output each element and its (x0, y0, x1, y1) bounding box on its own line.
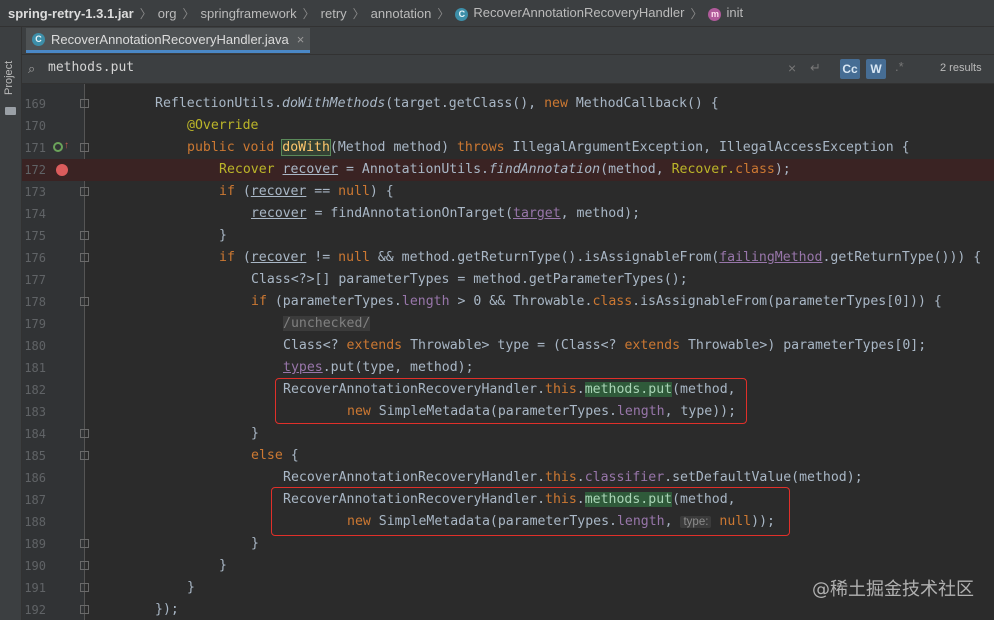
fold-marker-icon[interactable] (80, 583, 89, 592)
code-editor[interactable]: 169 ReflectionUtils.doWithMethods(target… (22, 84, 994, 620)
line-number: 176 (22, 247, 46, 269)
fold-marker-icon[interactable] (80, 451, 89, 460)
code-line: RecoverAnnotationRecoveryHandler.this.cl… (283, 467, 863, 489)
code-line: }); (155, 599, 179, 620)
fold-marker-icon[interactable] (80, 143, 89, 152)
line-number: 183 (22, 401, 46, 423)
code-line: } (251, 423, 259, 445)
breadcrumb-jar[interactable]: spring-retry-1.3.1.jar (8, 6, 134, 21)
line-number: 171 (22, 137, 46, 159)
words-toggle[interactable]: W (866, 59, 886, 79)
fold-marker-icon[interactable] (80, 99, 89, 108)
breadcrumb-item-org[interactable]: org (158, 6, 177, 21)
line-number: 182 (22, 379, 46, 401)
line-number: 190 (22, 555, 46, 577)
search-icon[interactable]: ⌕ (28, 61, 35, 77)
code-line: } (251, 533, 259, 555)
line-number: 177 (22, 269, 46, 291)
line-number: 181 (22, 357, 46, 379)
line-number: 170 (22, 115, 46, 137)
breadcrumb-method[interactable]: minit (708, 5, 743, 21)
code-line: if (recover == null) { (219, 181, 394, 203)
line-number: 180 (22, 335, 46, 357)
breadcrumb-item-springframework[interactable]: springframework (201, 6, 297, 21)
project-tool-button[interactable]: Project (3, 61, 15, 95)
class-icon: C (455, 8, 468, 21)
line-number: 191 (22, 577, 46, 599)
fold-marker-icon[interactable] (80, 561, 89, 570)
override-icon[interactable] (53, 142, 63, 152)
editor-tab-label: RecoverAnnotationRecoveryHandler.java (51, 32, 289, 47)
breadcrumb-class-label: RecoverAnnotationRecoveryHandler (473, 5, 684, 20)
line-number: 187 (22, 489, 46, 511)
new-line-icon[interactable]: ↵ (810, 60, 821, 76)
code-line: @Override (187, 115, 258, 137)
line-number: 188 (22, 511, 46, 533)
line-number: 169 (22, 93, 46, 115)
chevron-right-icon: 〉 (437, 5, 449, 22)
breadcrumb-item-retry[interactable]: retry (321, 6, 347, 21)
code-line: ReflectionUtils.doWithMethods(target.get… (155, 93, 719, 115)
line-number: 173 (22, 181, 46, 203)
line-number: 175 (22, 225, 46, 247)
watermark: @稀土掘金技术社区 (812, 575, 974, 601)
close-icon[interactable]: × (297, 32, 305, 47)
editor-tab[interactable]: C RecoverAnnotationRecoveryHandler.java … (26, 28, 310, 53)
chevron-right-icon: 〉 (303, 5, 315, 22)
match-case-toggle[interactable]: Cc (840, 59, 860, 79)
fold-marker-icon[interactable] (80, 231, 89, 240)
code-line: } (187, 577, 195, 599)
chevron-right-icon: 〉 (353, 5, 365, 22)
editor-tabs: C RecoverAnnotationRecoveryHandler.java … (22, 27, 994, 55)
code-line: Class<?>[] parameterTypes = method.getPa… (251, 269, 688, 291)
line-number: 184 (22, 423, 46, 445)
code-line: recover = findAnnotationOnTarget(target,… (251, 203, 640, 225)
line-number: 178 (22, 291, 46, 313)
line-number: 179 (22, 313, 46, 335)
fold-marker-icon[interactable] (80, 605, 89, 614)
chevron-right-icon: 〉 (183, 5, 195, 22)
line-number: 189 (22, 533, 46, 555)
tool-window-stripe: Project (0, 27, 22, 620)
line-number: 186 (22, 467, 46, 489)
code-line: if (recover != null && method.getReturnT… (219, 247, 981, 269)
code-line: } (219, 555, 227, 577)
breadcrumb-method-label: init (726, 5, 743, 20)
fold-marker-icon[interactable] (80, 187, 89, 196)
highlight-box (275, 378, 747, 424)
breadcrumb-item-annotation[interactable]: annotation (371, 6, 432, 21)
breadcrumb: spring-retry-1.3.1.jar 〉 org 〉 springfra… (0, 0, 994, 27)
find-bar: ⌕ methods.put × ↵ Cc W .* 2 results (22, 55, 994, 84)
chevron-right-icon: 〉 (140, 5, 152, 22)
method-icon: m (708, 8, 721, 21)
code-line: if (parameterTypes.length > 0 && Throwab… (251, 291, 942, 313)
chevron-right-icon: 〉 (690, 5, 702, 22)
line-number: 174 (22, 203, 46, 225)
fold-marker-icon[interactable] (80, 253, 89, 262)
line-number: 185 (22, 445, 46, 467)
code-line: else { (251, 445, 299, 467)
fold-marker-icon[interactable] (80, 429, 89, 438)
code-line: } (219, 225, 227, 247)
search-input[interactable]: methods.put (48, 60, 134, 75)
code-line: types.put(type, method); (283, 357, 474, 379)
line-number: 192 (22, 599, 46, 620)
fold-marker-icon[interactable] (80, 539, 89, 548)
code-line: /unchecked/ (283, 313, 370, 335)
search-results-count: 2 results (940, 62, 982, 74)
class-icon: C (32, 33, 45, 46)
clear-icon[interactable]: × (788, 60, 796, 76)
code-line: public void doWith(Method method) throws… (187, 137, 910, 159)
breadcrumb-class[interactable]: C RecoverAnnotationRecoveryHandler (455, 5, 684, 21)
line-number: 172 (22, 159, 46, 181)
code-line: Class<? extends Throwable> type = (Class… (283, 335, 926, 357)
breakpoint-icon[interactable] (56, 164, 68, 176)
highlight-box (271, 487, 790, 536)
regex-icon[interactable]: .* (895, 59, 904, 74)
folder-icon[interactable] (5, 107, 16, 115)
code-line: Recover recover = AnnotationUtils.findAn… (219, 159, 791, 181)
override-arrow-icon: ↑ (64, 140, 69, 151)
fold-marker-icon[interactable] (80, 297, 89, 306)
